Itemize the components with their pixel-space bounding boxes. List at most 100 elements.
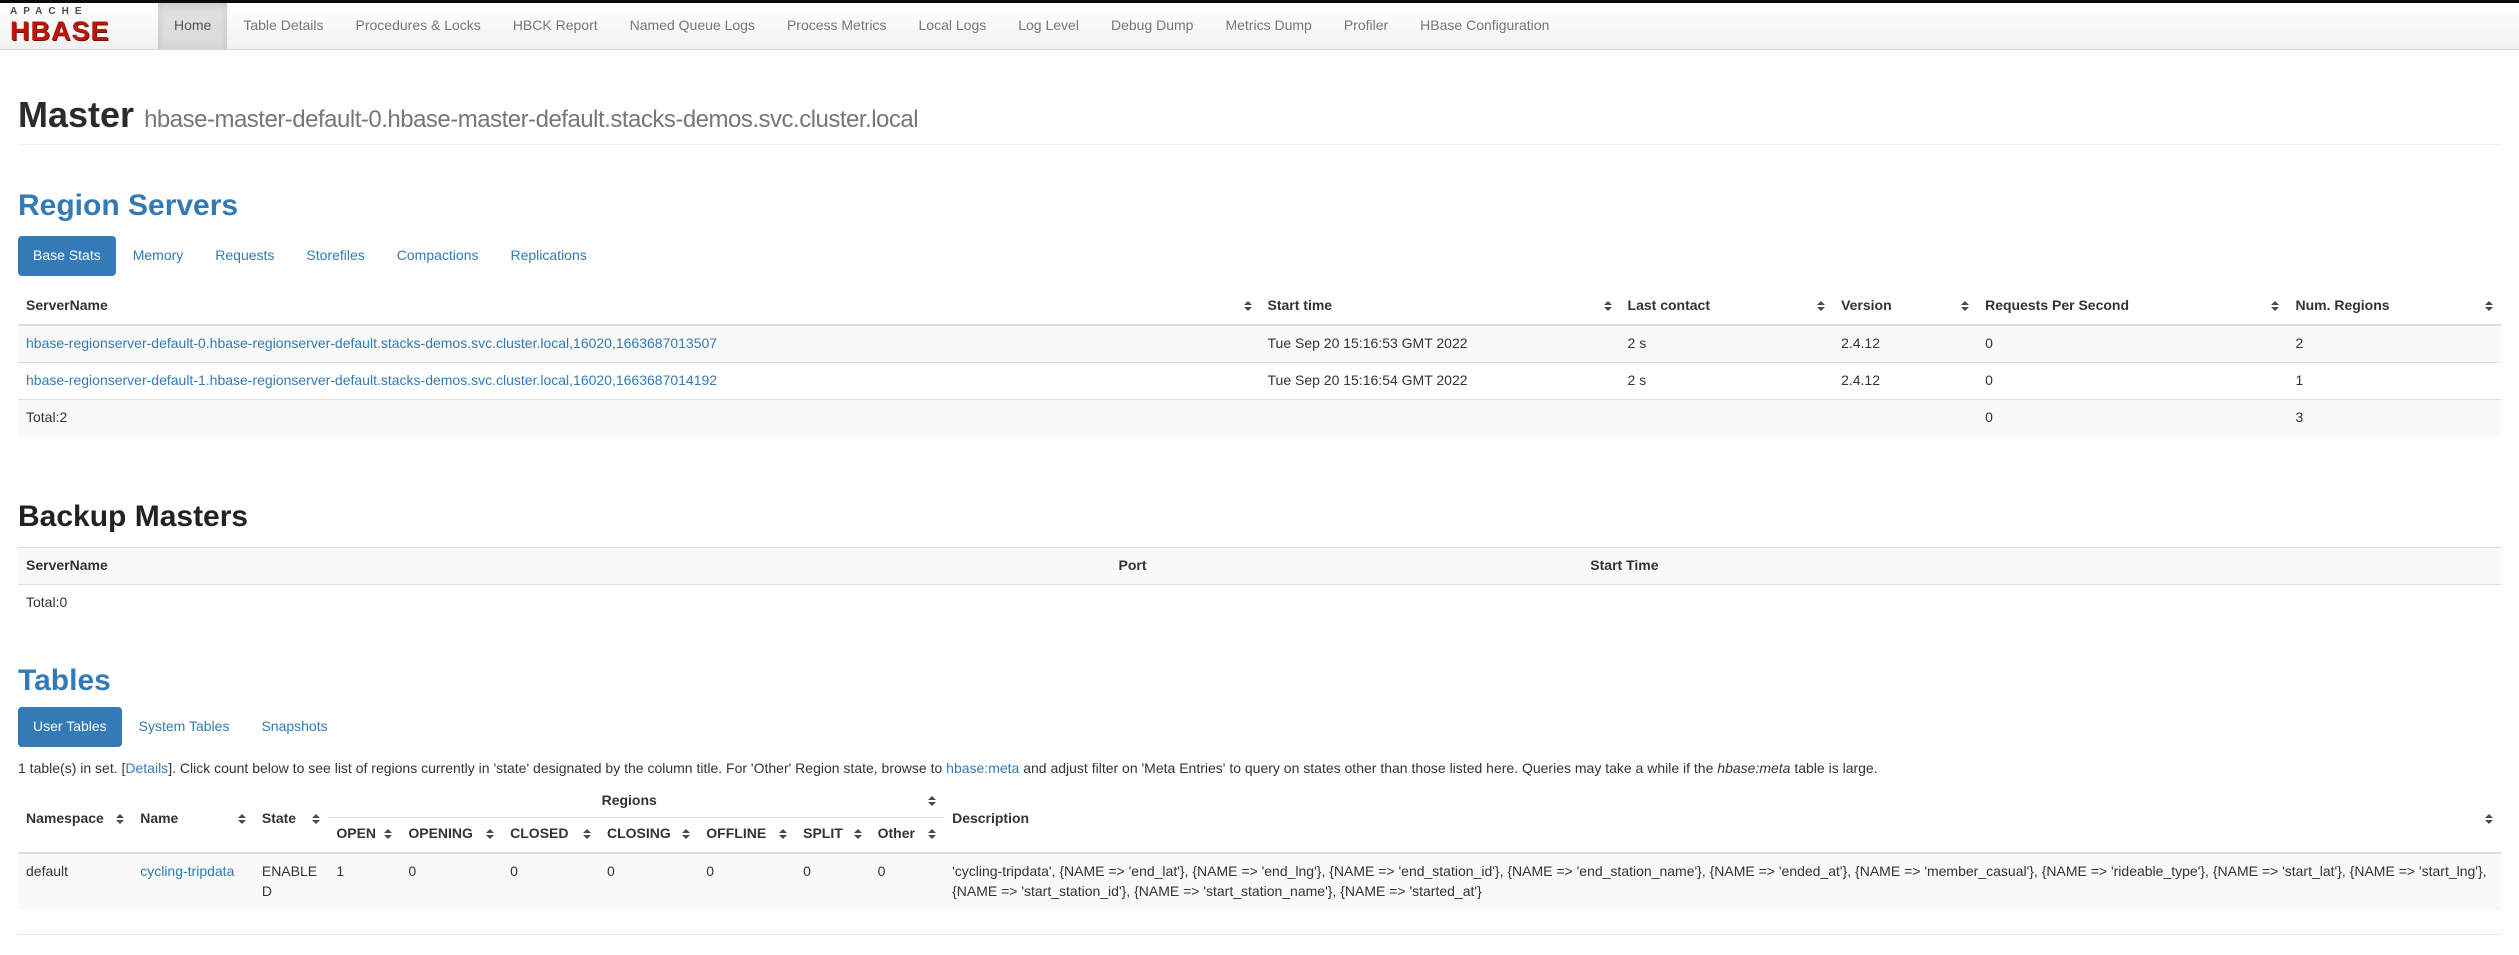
col-last-contact[interactable]: Last contact [1620,288,1834,325]
sort-icon[interactable] [1961,301,1969,311]
cell-offline-count[interactable]: 0 [698,853,795,910]
tables-note: 1 table(s) in set. [Details]. Click coun… [18,759,2501,779]
region-servers-heading: Region Servers [18,189,2501,222]
sort-icon[interactable] [1244,301,1252,311]
sort-icon[interactable] [928,829,936,839]
col-namespace[interactable]: Namespace [18,785,132,853]
backup-masters-header-row: ServerName Port Start Time [18,547,2501,584]
col-bm-start-time: Start Time [1582,547,2501,584]
cell-closed-count[interactable]: 0 [502,853,599,910]
sort-icon[interactable] [779,829,787,839]
table-name-link[interactable]: cycling-tripdata [140,863,234,879]
col-bm-servername: ServerName [18,547,1111,584]
nav-item-procedures-locks[interactable]: Procedures & Locks [340,3,497,49]
tab-user-tables[interactable]: User Tables [18,707,122,747]
col-offline[interactable]: OFFLINE [698,818,795,853]
col-description[interactable]: Description [944,785,2501,853]
cell-description: 'cycling-tripdata', {NAME => 'end_lat'},… [944,853,2501,910]
sort-icon[interactable] [682,829,690,839]
cell-open-count[interactable]: 1 [328,853,400,910]
col-label: Start time [1268,296,1333,316]
col-regions-group[interactable]: Regions [328,785,944,817]
cell-version: 2.4.12 [1833,325,1977,362]
col-label: Name [140,809,178,829]
sort-icon[interactable] [583,829,591,839]
cell-num-regions: 1 [2287,362,2501,399]
nav-item-local-logs[interactable]: Local Logs [903,3,1003,49]
backup-masters-heading: Backup Masters [18,500,2501,533]
nav-item-process-metrics[interactable]: Process Metrics [771,3,903,49]
cell-closing-count[interactable]: 0 [599,853,698,910]
col-bm-port: Port [1111,547,1583,584]
tab-base-stats[interactable]: Base Stats [18,236,116,276]
regionserver-link[interactable]: hbase-regionserver-default-0.hbase-regio… [26,335,717,351]
col-label: Num. Regions [2295,296,2389,316]
nav-item-named-queue-logs[interactable]: Named Queue Logs [614,3,771,49]
page-header: Master hbase-master-default-0.hbase-mast… [18,95,2501,145]
master-title: Master [18,94,134,135]
tab-storefiles[interactable]: Storefiles [291,236,379,276]
tab-requests[interactable]: Requests [200,236,289,276]
col-start-time[interactable]: Start time [1260,288,1620,325]
col-version[interactable]: Version [1833,288,1977,325]
page-title: Master hbase-master-default-0.hbase-mast… [18,95,2501,135]
nav-item-home[interactable]: Home [158,3,227,49]
nav-item-log-level[interactable]: Log Level [1002,3,1095,49]
sort-icon[interactable] [1604,301,1612,311]
cell-version: 2.4.12 [1833,362,1977,399]
note-link[interactable]: hbase:meta [946,760,1019,776]
col-closing[interactable]: CLOSING [599,818,698,853]
sort-icon[interactable] [384,829,392,839]
col-name[interactable]: Name [132,785,254,853]
col-closed[interactable]: CLOSED [502,818,599,853]
nav-item-profiler[interactable]: Profiler [1328,3,1404,49]
col-label: Regions [336,791,922,811]
col-servername[interactable]: ServerName [18,288,1260,325]
hbase-logo[interactable]: APACHE HBASE [0,3,158,49]
sort-icon[interactable] [238,814,246,824]
nav-item-debug-dump[interactable]: Debug Dump [1095,3,1210,49]
tab-snapshots[interactable]: Snapshots [246,707,342,747]
col-requests-per-second[interactable]: Requests Per Second [1977,288,2287,325]
sort-icon[interactable] [312,814,320,824]
nav-item-hbck-report[interactable]: HBCK Report [497,3,614,49]
cell-num-regions: 2 [2287,325,2501,362]
nav-item-metrics-dump[interactable]: Metrics Dump [1209,3,1327,49]
col-state[interactable]: State [254,785,328,853]
nav-item-table-details[interactable]: Table Details [227,3,339,49]
tab-system-tables[interactable]: System Tables [124,707,245,747]
regionservers-total-row: Total:2 0 3 [18,399,2501,435]
sort-icon[interactable] [2271,301,2279,311]
region-servers-tabs: Base Stats Memory Requests Storefiles Co… [18,236,2501,276]
regionserver-link[interactable]: hbase-regionserver-default-1.hbase-regio… [26,372,717,388]
col-num-regions[interactable]: Num. Regions [2287,288,2501,325]
col-split[interactable]: SPLIT [795,818,869,853]
tab-replications[interactable]: Replications [495,236,601,276]
col-open[interactable]: OPEN [328,818,400,853]
cell-requests-per-second: 0 [1977,362,2287,399]
total-num-regions: 3 [2287,399,2501,435]
backup-masters-total-row: Total:0 [18,584,2501,620]
nav-item-hbase-configuration[interactable]: HBase Configuration [1404,3,1565,49]
section-divider [18,934,2501,946]
cell-namespace: default [18,853,132,910]
tab-memory[interactable]: Memory [118,236,199,276]
note-link[interactable]: Details [125,760,168,776]
sort-icon[interactable] [116,814,124,824]
cell-opening-count[interactable]: 0 [400,853,502,910]
col-label: ServerName [26,296,108,316]
sort-icon[interactable] [2485,301,2493,311]
sort-icon[interactable] [486,829,494,839]
sort-icon[interactable] [854,829,862,839]
tables-heading: Tables [18,664,2501,697]
col-other[interactable]: Other [870,818,944,853]
col-label: OFFLINE [706,824,766,844]
sort-icon[interactable] [2485,814,2493,824]
sort-icon[interactable] [928,796,936,806]
cell-split-count[interactable]: 0 [795,853,869,910]
col-label: Namespace [26,809,104,829]
col-opening[interactable]: OPENING [400,818,502,853]
tab-compactions[interactable]: Compactions [382,236,494,276]
cell-other-count[interactable]: 0 [870,853,944,910]
sort-icon[interactable] [1817,301,1825,311]
